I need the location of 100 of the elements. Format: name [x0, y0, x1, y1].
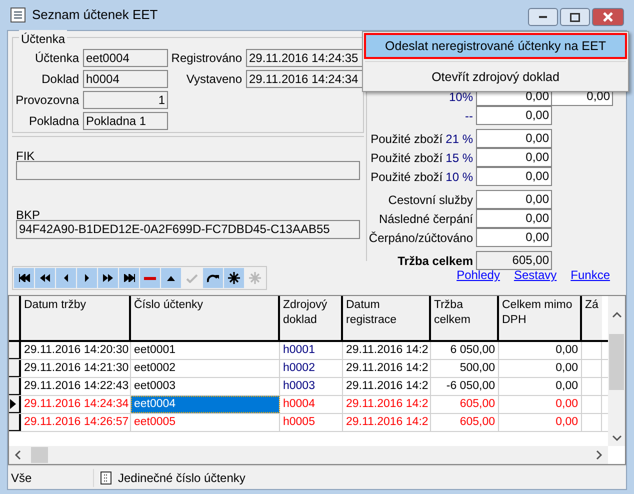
row-indicator[interactable] — [9, 414, 21, 431]
table-cell: 0,00 — [499, 360, 582, 377]
table-cell: 500,00 — [431, 360, 499, 377]
row-indicator[interactable] — [9, 378, 21, 395]
table-cell: 605,00 — [431, 396, 499, 413]
toolbar-button[interactable] — [161, 268, 181, 288]
close-button[interactable] — [592, 8, 624, 26]
vat-rate: 10% — [448, 88, 473, 106]
maximize-icon — [570, 12, 580, 22]
table-cell: 29.11.2016 14:2 — [343, 396, 431, 413]
amount-label: Následné čerpání — [378, 210, 473, 228]
table-cell: h0003 — [280, 378, 343, 395]
field-label: Účtenka — [34, 50, 80, 66]
amount-label: Použité zboží — [370, 168, 443, 186]
field-label: Doklad — [40, 70, 80, 88]
table-cell: h0002 — [280, 360, 343, 377]
minus-icon — [144, 276, 156, 280]
amount-field[interactable]: 0,00 — [476, 167, 552, 186]
toolbar-button[interactable] — [14, 268, 34, 288]
table-cell: 29.11.2016 14:21:30 — [21, 360, 131, 377]
table-cell: 29.11.2016 14:2 — [343, 378, 431, 395]
column-header[interactable]: Číslo účtenky — [131, 296, 280, 340]
vat-rate: -- — [465, 108, 473, 124]
table-cell: h0004 — [280, 396, 343, 413]
field-label: FIK — [16, 148, 36, 161]
column-header[interactable]: Zá — [582, 296, 602, 340]
curved-arrow-icon — [207, 273, 219, 283]
minimize-icon — [539, 16, 547, 18]
up-triangle-icon — [167, 276, 175, 280]
row-indicator[interactable] — [9, 342, 21, 359]
table-cell: 0,00 — [499, 396, 582, 413]
amount-field[interactable]: 0,00 — [476, 129, 552, 148]
amount-field[interactable]: 0,00 — [476, 190, 552, 209]
readonly-field: h0004 — [83, 70, 168, 88]
status-filter: Vše — [8, 468, 94, 486]
field-label: Pokladna — [28, 112, 80, 130]
vat-rate: 21 % — [446, 130, 473, 148]
row-indicator[interactable] — [9, 396, 21, 413]
readonly-field: eet0004 — [83, 48, 168, 66]
list-icon — [10, 7, 26, 23]
toolbar-button[interactable] — [224, 268, 244, 288]
column-header[interactable]: Datum registrace — [343, 296, 431, 340]
toolbar-button[interactable] — [56, 268, 76, 288]
column-header[interactable]: Zdrojový doklad — [280, 296, 343, 340]
key-column-icon — [100, 470, 112, 484]
readonly-field: 94F42A90-B1DED12E-0A2F699D-FC7DBD45-C13AAB55 — [16, 220, 360, 239]
column-header[interactable]: Tržba celkem — [431, 296, 499, 340]
table-cell: 29.11.2016 14:2 — [343, 414, 431, 431]
minimize-button[interactable] — [528, 8, 558, 26]
toolbar-button[interactable] — [98, 268, 118, 288]
asterisk-icon — [249, 272, 261, 284]
scrollbar-thumb[interactable] — [31, 447, 48, 463]
field-label: Provozovna — [14, 92, 80, 108]
field-label: BKP — [16, 207, 42, 220]
table-cell: eet0002 — [131, 360, 280, 377]
asterisk-icon — [228, 272, 240, 284]
vat-rate: 10 % — [446, 168, 473, 186]
field-label: Registrováno — [170, 50, 243, 66]
table-cell: 0,00 — [499, 342, 582, 359]
status-text: Jedinečné číslo účtenky — [118, 470, 246, 486]
table-cell: h0001 — [280, 342, 343, 359]
table-cell: 605,00 — [431, 414, 499, 431]
readonly-field: 29.11.2016 14:24:34 — [246, 70, 364, 88]
horizontal-scrollbar[interactable] — [9, 446, 608, 464]
column-header[interactable]: Datum tržby — [21, 296, 131, 340]
table-cell: eet0001 — [131, 342, 280, 359]
amount-label: Čerpáno/zúčtováno — [368, 230, 473, 246]
maximize-button[interactable] — [560, 8, 590, 26]
column-header[interactable]: Celkem mimo DPH — [499, 296, 582, 340]
current-row-icon — [9, 398, 17, 410]
table-cell: 29.11.2016 14:20:30 — [21, 342, 131, 359]
amount-field[interactable]: 0,00 — [476, 228, 552, 247]
table-cell: 29.11.2016 14:2 — [343, 360, 431, 377]
menu-link[interactable]: Funkce — [570, 266, 610, 284]
toolbar-button[interactable] — [203, 268, 223, 288]
last-record-icon — [124, 274, 134, 282]
row-indicator[interactable] — [9, 360, 21, 377]
table-cell: 0,00 — [499, 378, 582, 395]
table-cell: 29.11.2016 14:2 — [343, 342, 431, 359]
vertical-scrollbar[interactable] — [608, 296, 625, 446]
amount-field[interactable]: 0,00 — [476, 106, 552, 125]
scrollbar-thumb[interactable] — [609, 334, 624, 390]
table-cell: 29.11.2016 14:22:43 — [21, 378, 131, 395]
total-field: 605,00 — [476, 251, 552, 270]
menu-item[interactable]: Odeslat neregistrované účtenky na EET — [364, 33, 627, 59]
amount-label: Použité zboží — [370, 130, 443, 148]
amount-field[interactable]: 0,00 — [476, 209, 552, 228]
readonly-field: Pokladna 1 — [83, 112, 168, 130]
field-label: Vystaveno — [185, 70, 243, 88]
readonly-field: 1 — [83, 90, 168, 108]
toolbar-button[interactable] — [35, 268, 55, 288]
left-triangle-icon — [64, 274, 68, 282]
readonly-field: 29.11.2016 14:24:35 — [246, 48, 364, 66]
table-cell: eet0005 — [131, 414, 280, 431]
toolbar-button[interactable] — [119, 268, 139, 288]
amount-field[interactable]: 0,00 — [476, 148, 552, 167]
table-cell: -6 050,00 — [431, 378, 499, 395]
right-triangle-icon — [85, 274, 89, 282]
menu-item[interactable]: Otevřít zdrojový doklad — [364, 64, 627, 90]
toolbar-button[interactable] — [77, 268, 97, 288]
